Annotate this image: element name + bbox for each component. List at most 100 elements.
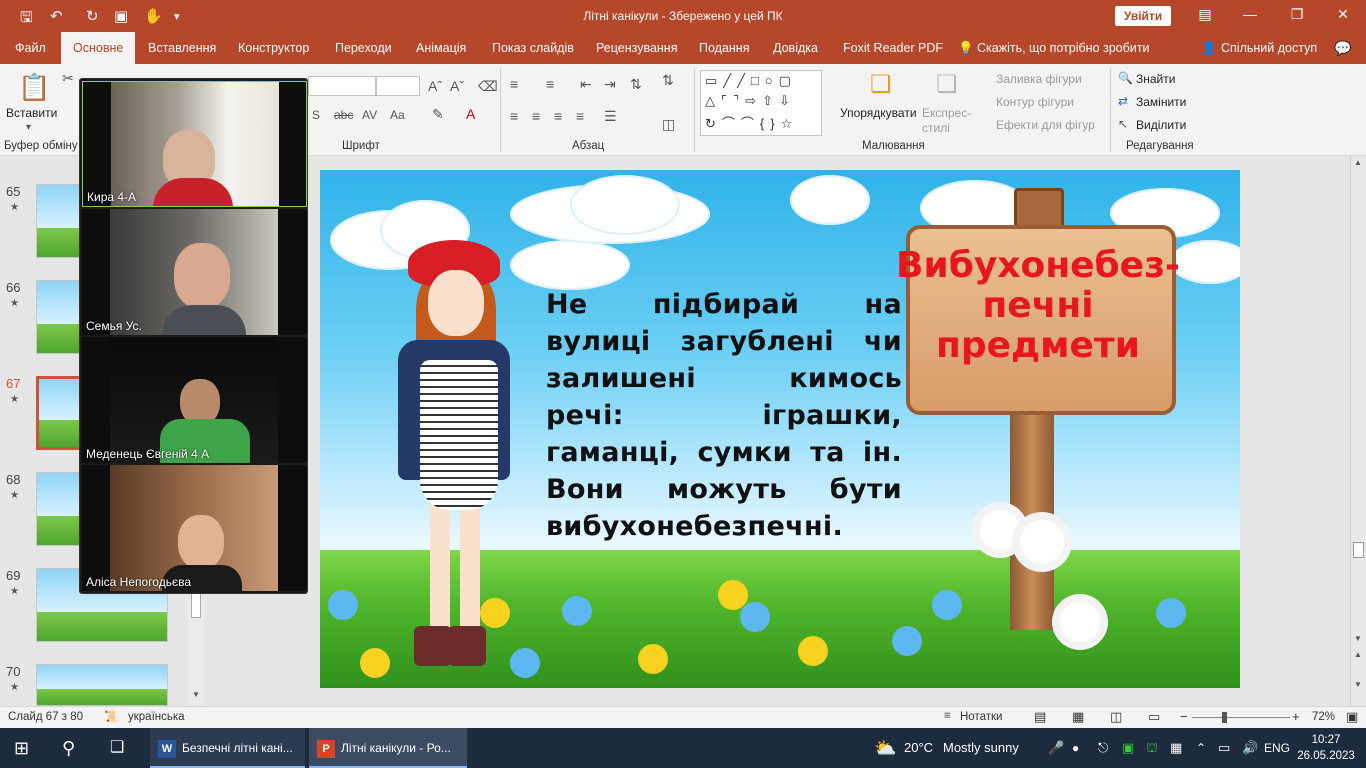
tab-insert[interactable]: Вставлення (148, 32, 216, 64)
fit-to-window-icon[interactable]: ▣ (1346, 709, 1358, 725)
shape-effects-button[interactable]: Ефекти для фігур (996, 118, 1095, 132)
reading-view-icon[interactable]: ◫ (1110, 709, 1122, 725)
shapes-row1-icon[interactable]: ▭╱╱□○▢ (705, 73, 797, 89)
next-slide-icon[interactable]: ▼ (1354, 680, 1362, 689)
zoom-slider-thumb[interactable] (1222, 712, 1227, 723)
clear-format-icon[interactable]: ⌫ (478, 78, 498, 95)
paste-icon[interactable]: 📋 (18, 72, 50, 103)
shape-fill-button[interactable]: Заливка фігури (996, 72, 1082, 86)
text-direction-icon[interactable]: ⇅ (662, 72, 674, 89)
tell-me-search[interactable]: Скажіть, що потрібно зробити (977, 32, 1150, 64)
notes-button[interactable]: Нотатки (960, 711, 1002, 723)
zoom-level[interactable]: 72% (1312, 711, 1335, 723)
replace-icon[interactable]: ⇄ (1118, 94, 1128, 108)
grow-font-icon[interactable]: Aˆ (428, 78, 442, 94)
slide-canvas[interactable]: Не підбирай на вулиці загублені чи залиш… (320, 170, 1240, 688)
columns-icon[interactable]: ☰ (604, 108, 617, 125)
paste-dropdown-icon[interactable]: ▾ (26, 122, 31, 133)
tab-animations[interactable]: Анімація (416, 32, 466, 64)
close-icon[interactable]: ✕ (1328, 6, 1358, 23)
select-icon[interactable]: ↖ (1118, 117, 1128, 131)
video-tile[interactable]: Аліса Непогодьєва (82, 465, 307, 591)
arrange-icon[interactable]: ❏ (870, 70, 892, 99)
security-icon[interactable]: ⛫ (1146, 728, 1158, 768)
paste-button[interactable]: Вставити (6, 106, 57, 120)
shapes-gallery[interactable]: ▭╱╱□○▢ △⌜⌝⇨⇧⇩ ↻⌒⌒{}☆ (700, 70, 822, 136)
find-button[interactable]: Знайти (1136, 72, 1175, 86)
scroll-down-icon[interactable]: ▼ (1354, 634, 1362, 643)
taskbar-app-powerpoint[interactable]: P Літні канікули - Ро... (309, 728, 467, 768)
tab-review[interactable]: Рецензування (596, 32, 677, 64)
sign-title[interactable]: Вибухонебез- печні предмети (888, 246, 1188, 366)
numbering-icon[interactable]: ≡ (546, 76, 554, 92)
normal-view-icon[interactable]: ▤ (1034, 709, 1046, 725)
zoom-out-icon[interactable]: − (1180, 709, 1188, 724)
align-left-icon[interactable]: ≡ (510, 108, 518, 124)
input-language[interactable]: ENG (1264, 728, 1290, 768)
shrink-font-icon[interactable]: Aˇ (450, 78, 464, 94)
tab-help[interactable]: Довідка (773, 32, 818, 64)
bullets-icon[interactable]: ≡ (510, 76, 518, 92)
arrange-button[interactable]: Упорядкувати (840, 106, 917, 120)
microphone-icon[interactable]: 🎤 (1048, 728, 1064, 768)
windows-start-icon[interactable]: ⊞ (14, 728, 29, 768)
shape-outline-button[interactable]: Контур фігури (996, 95, 1074, 109)
line-spacing-icon[interactable]: ⇅ (630, 76, 642, 93)
video-tile[interactable]: Кира 4-А (82, 81, 307, 207)
shadow-icon[interactable]: S (312, 108, 320, 122)
maximize-icon[interactable]: ❐ (1282, 6, 1312, 23)
weather-temp[interactable]: 20°C (904, 728, 933, 768)
quick-styles-button[interactable]: Експрес-стилі (922, 106, 972, 136)
slide-body-text[interactable]: Не підбирай на вулиці загублені чи залиш… (546, 286, 902, 545)
weather-icon[interactable]: ⛅ (874, 728, 896, 768)
previous-slide-icon[interactable]: ▲ (1354, 650, 1362, 659)
clock[interactable]: 10:27 26.05.2023 (1296, 732, 1356, 764)
shapes-row2-icon[interactable]: △⌜⌝⇨⇧⇩ (705, 93, 796, 109)
notes-icon[interactable]: ≡ (944, 710, 951, 722)
find-icon[interactable]: 🔍 (1118, 71, 1133, 85)
share-button[interactable]: Спільний доступ (1221, 32, 1317, 64)
volume-icon[interactable]: 🔊 (1242, 728, 1258, 768)
smartart-icon[interactable]: ◫ (662, 116, 675, 133)
task-view-icon[interactable]: ❏ (110, 728, 124, 768)
align-right-icon[interactable]: ≡ (554, 108, 562, 124)
comments-icon[interactable]: 💬 (1334, 32, 1351, 64)
editor-scroll-thumb[interactable] (1353, 542, 1364, 558)
font-size-input[interactable] (376, 76, 420, 96)
taskbar-app-word[interactable]: W Безпечні літні кані... (150, 728, 305, 768)
network-icon[interactable]: ▭ (1218, 728, 1230, 768)
char-spacing-icon[interactable]: AV (362, 108, 377, 122)
change-case-icon[interactable]: Aa (390, 108, 405, 122)
tab-transitions[interactable]: Переходи (335, 32, 392, 64)
display-icon[interactable]: ▦ (1170, 728, 1182, 768)
slide-thumbnail-70[interactable] (36, 664, 168, 706)
minimize-icon[interactable]: — (1235, 6, 1265, 22)
shapes-row3-icon[interactable]: ↻⌒⌒{}☆ (705, 113, 798, 132)
tab-design[interactable]: Конструктор (238, 32, 309, 64)
signin-button[interactable]: Увійти (1115, 6, 1171, 26)
highlight-icon[interactable]: ✎ (432, 106, 444, 123)
scroll-down-icon[interactable]: ▼ (192, 690, 200, 699)
scroll-up-icon[interactable]: ▲ (1354, 158, 1362, 167)
video-tile[interactable]: Семья Ус. (82, 209, 307, 335)
tab-home[interactable]: Основне (61, 32, 136, 64)
editor-scrollbar[interactable]: ▲ ▼ ▲ ▼ (1350, 156, 1366, 706)
quick-styles-icon[interactable]: ❏ (936, 70, 958, 99)
tab-file[interactable]: Файл (15, 32, 46, 64)
justify-icon[interactable]: ≡ (576, 108, 584, 124)
tab-foxit[interactable]: Foxit Reader PDF (843, 32, 943, 64)
slide-sorter-icon[interactable]: ▦ (1072, 709, 1084, 725)
tab-view[interactable]: Подання (699, 32, 749, 64)
zoom-in-icon[interactable]: + (1292, 709, 1300, 724)
font-name-input[interactable] (308, 76, 376, 96)
chevron-up-icon[interactable]: ⌃ (1196, 728, 1206, 768)
select-button[interactable]: Виділити (1136, 118, 1186, 132)
strikethrough-icon[interactable]: abc (334, 108, 353, 122)
weather-text[interactable]: Mostly sunny (943, 728, 1019, 768)
tab-slideshow[interactable]: Показ слайдів (492, 32, 574, 64)
usb-icon[interactable]: ⎋ (1098, 728, 1108, 768)
zoom-slider[interactable] (1192, 717, 1290, 718)
search-icon[interactable]: ⚲ (62, 728, 75, 768)
language-indicator[interactable]: українська (128, 711, 185, 723)
align-center-icon[interactable]: ≡ (532, 108, 540, 124)
